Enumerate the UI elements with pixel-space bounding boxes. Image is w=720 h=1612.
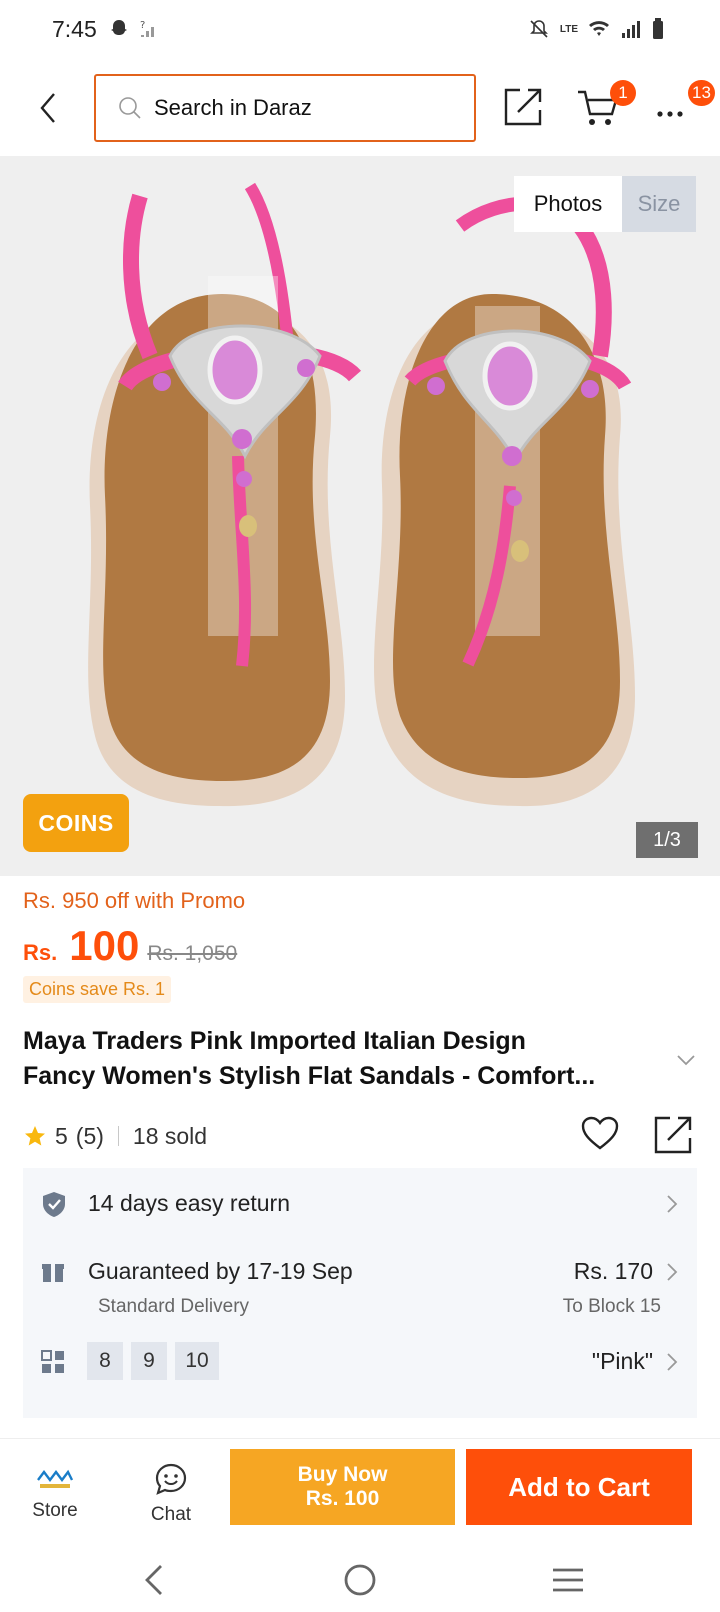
image-counter: 1/3 (636, 822, 698, 858)
star-icon (25, 1126, 45, 1146)
chevron-left-icon (40, 93, 55, 123)
buy-now-price: Rs. 100 (305, 1487, 380, 1510)
size-chip[interactable]: 10 (175, 1342, 219, 1380)
product-title-line2: Fancy Women's Stylish Flat Sandals - Com… (23, 1062, 596, 1090)
status-time: 7:45 (52, 16, 97, 42)
price-row: Rs. 100 Rs. 1,050 (23, 922, 703, 970)
system-recents-button[interactable] (548, 1560, 588, 1600)
rating-divider (117, 1126, 119, 1146)
chat-label: Chat (150, 1504, 192, 1525)
delivery-location: To Block 15 (562, 1296, 661, 1317)
wishlist-button[interactable] (580, 1114, 620, 1154)
share-icon (654, 1116, 692, 1154)
right-sandal (374, 196, 635, 807)
product-share-button[interactable] (652, 1112, 694, 1156)
store-button[interactable]: Store (16, 1439, 94, 1549)
return-text: 14 days easy return (88, 1190, 291, 1216)
status-bar: 7:45 ? LTE (0, 0, 720, 60)
action-bar: Store Chat Buy Now Rs. 100 Add to Cart (0, 1438, 720, 1548)
chevron-right-icon (667, 1263, 678, 1281)
battery-icon (653, 18, 663, 39)
buy-now-label: Buy Now (297, 1463, 388, 1486)
signal-icon (622, 21, 640, 38)
chevron-down-icon[interactable] (675, 1050, 697, 1070)
rating-score: 5 (55, 1122, 68, 1149)
add-to-cart-button[interactable]: Add to Cart (466, 1449, 692, 1525)
variant-row[interactable]: 8 9 10 "Pink" (23, 1328, 697, 1398)
service-card: 14 days easy return Guaranteed by 17-19 … (23, 1168, 697, 1418)
product-title-line1: Maya Traders Pink Imported Italian Desig… (23, 1027, 526, 1055)
mute-icon (529, 20, 548, 38)
store-label: Store (32, 1500, 78, 1521)
system-menu-icon (553, 1568, 583, 1592)
no-signal-icon: ? (140, 20, 154, 37)
top-nav: Search in Daraz 1 13 (0, 60, 720, 156)
media-tabs: Photos Size (514, 176, 696, 232)
share-button[interactable] (502, 84, 544, 130)
sold-count: 18 sold (132, 1122, 208, 1149)
system-home-button[interactable] (340, 1560, 380, 1600)
back-button[interactable] (30, 86, 66, 130)
chevron-right-icon (667, 1195, 678, 1213)
chevron-right-icon (667, 1353, 678, 1371)
color-value: "Pink" (591, 1348, 653, 1374)
chat-icon (155, 1463, 187, 1495)
more-badge: 13 (688, 80, 715, 106)
original-price: Rs. 1,050 (147, 942, 238, 965)
left-sandal (88, 182, 362, 807)
delivery-main-text: Guaranteed by 17-19 Sep (88, 1258, 353, 1284)
search-placeholder: Search in Daraz (154, 95, 312, 120)
product-photo (88, 182, 635, 807)
status-right-icons: LTE (528, 18, 664, 40)
rating-count: (5) (75, 1122, 104, 1149)
volte-label: LTE (559, 23, 578, 35)
tab-size[interactable]: Size (622, 176, 696, 232)
wifi-icon (589, 21, 609, 36)
package-icon (42, 1264, 64, 1282)
more-button[interactable]: 13 (656, 80, 715, 122)
more-dots-icon (657, 111, 683, 117)
cart-button[interactable]: 1 (576, 80, 636, 130)
coins-save-tag: Coins save Rs. 1 (23, 976, 172, 1003)
delivery-sub-text: Standard Delivery (98, 1296, 250, 1317)
price-currency: Rs. (23, 940, 58, 965)
buy-now-button[interactable]: Buy Now Rs. 100 (230, 1449, 455, 1525)
chat-button[interactable]: Chat (132, 1439, 210, 1549)
share-icon (504, 88, 542, 126)
delivery-row[interactable]: Guaranteed by 17-19 Sep Standard Deliver… (23, 1240, 697, 1320)
size-chip[interactable]: 8 (87, 1342, 123, 1380)
tab-photos[interactable]: Photos (514, 176, 622, 232)
delivery-price: Rs. 170 (573, 1258, 653, 1284)
return-policy-row[interactable]: 14 days easy return (23, 1168, 697, 1238)
svg-text:?: ? (140, 20, 145, 31)
product-title[interactable]: Maya Traders Pink Imported Italian Desig… (23, 1024, 673, 1094)
snapchat-icon (111, 20, 127, 35)
search-icon (119, 97, 141, 119)
variants-grid-icon (41, 1350, 64, 1373)
price-value: 100 (69, 922, 140, 969)
system-back-button[interactable] (134, 1560, 174, 1600)
search-input[interactable]: Search in Daraz (94, 74, 476, 142)
product-image-gallery[interactable]: Photos Size COINS 1/3 (0, 156, 720, 876)
system-navigation-bar (0, 1548, 720, 1612)
coins-badge: COINS (23, 794, 129, 852)
size-chip[interactable]: 9 (131, 1342, 167, 1380)
system-home-icon (344, 1564, 376, 1596)
status-left-icons: ? (108, 18, 160, 40)
cart-badge: 1 (610, 80, 636, 106)
heart-icon (581, 1116, 619, 1150)
promo-text[interactable]: Rs. 950 off with Promo (23, 888, 703, 914)
system-back-icon (145, 1565, 162, 1595)
price-section: Rs. 950 off with Promo Rs. 100 Rs. 1,050… (23, 888, 703, 1003)
shield-check-icon (43, 1192, 65, 1217)
store-logo-icon (34, 1466, 76, 1492)
